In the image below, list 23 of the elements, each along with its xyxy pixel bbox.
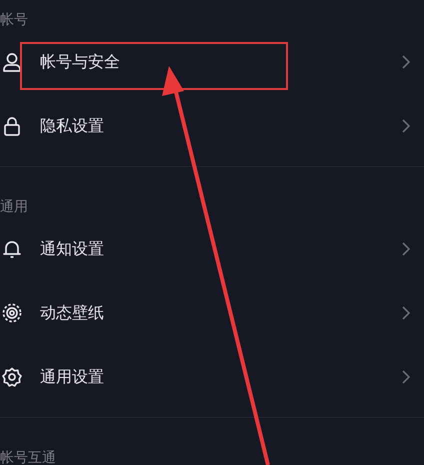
target-icon — [2, 303, 22, 323]
row-label: 通用设置 — [40, 366, 104, 388]
bell-icon — [2, 239, 22, 259]
chevron-icon — [402, 55, 410, 69]
row-label: 帐号与安全 — [40, 51, 120, 73]
row-label: 隐私设置 — [40, 115, 104, 137]
row-label: 动态壁纸 — [40, 302, 104, 324]
row-label: 通知设置 — [40, 238, 104, 260]
section-header: 通用 — [0, 198, 28, 217]
lock-icon — [2, 116, 22, 136]
section-header: 帐号 — [0, 11, 28, 30]
settings-row[interactable]: 帐号与安全 — [0, 30, 424, 94]
chevron-icon — [402, 370, 410, 384]
chevron-icon — [402, 242, 410, 256]
settings-row[interactable]: 通用设置 — [0, 345, 424, 409]
settings-row[interactable]: 通知设置 — [0, 217, 424, 281]
person-icon — [2, 52, 22, 72]
settings-row[interactable]: 动态壁纸 — [0, 281, 424, 345]
settings-row[interactable]: 隐私设置 — [0, 94, 424, 158]
chevron-icon — [402, 119, 410, 133]
section-header: 帐号互通 — [0, 449, 56, 465]
gear-icon — [2, 367, 22, 387]
chevron-icon — [402, 306, 410, 320]
